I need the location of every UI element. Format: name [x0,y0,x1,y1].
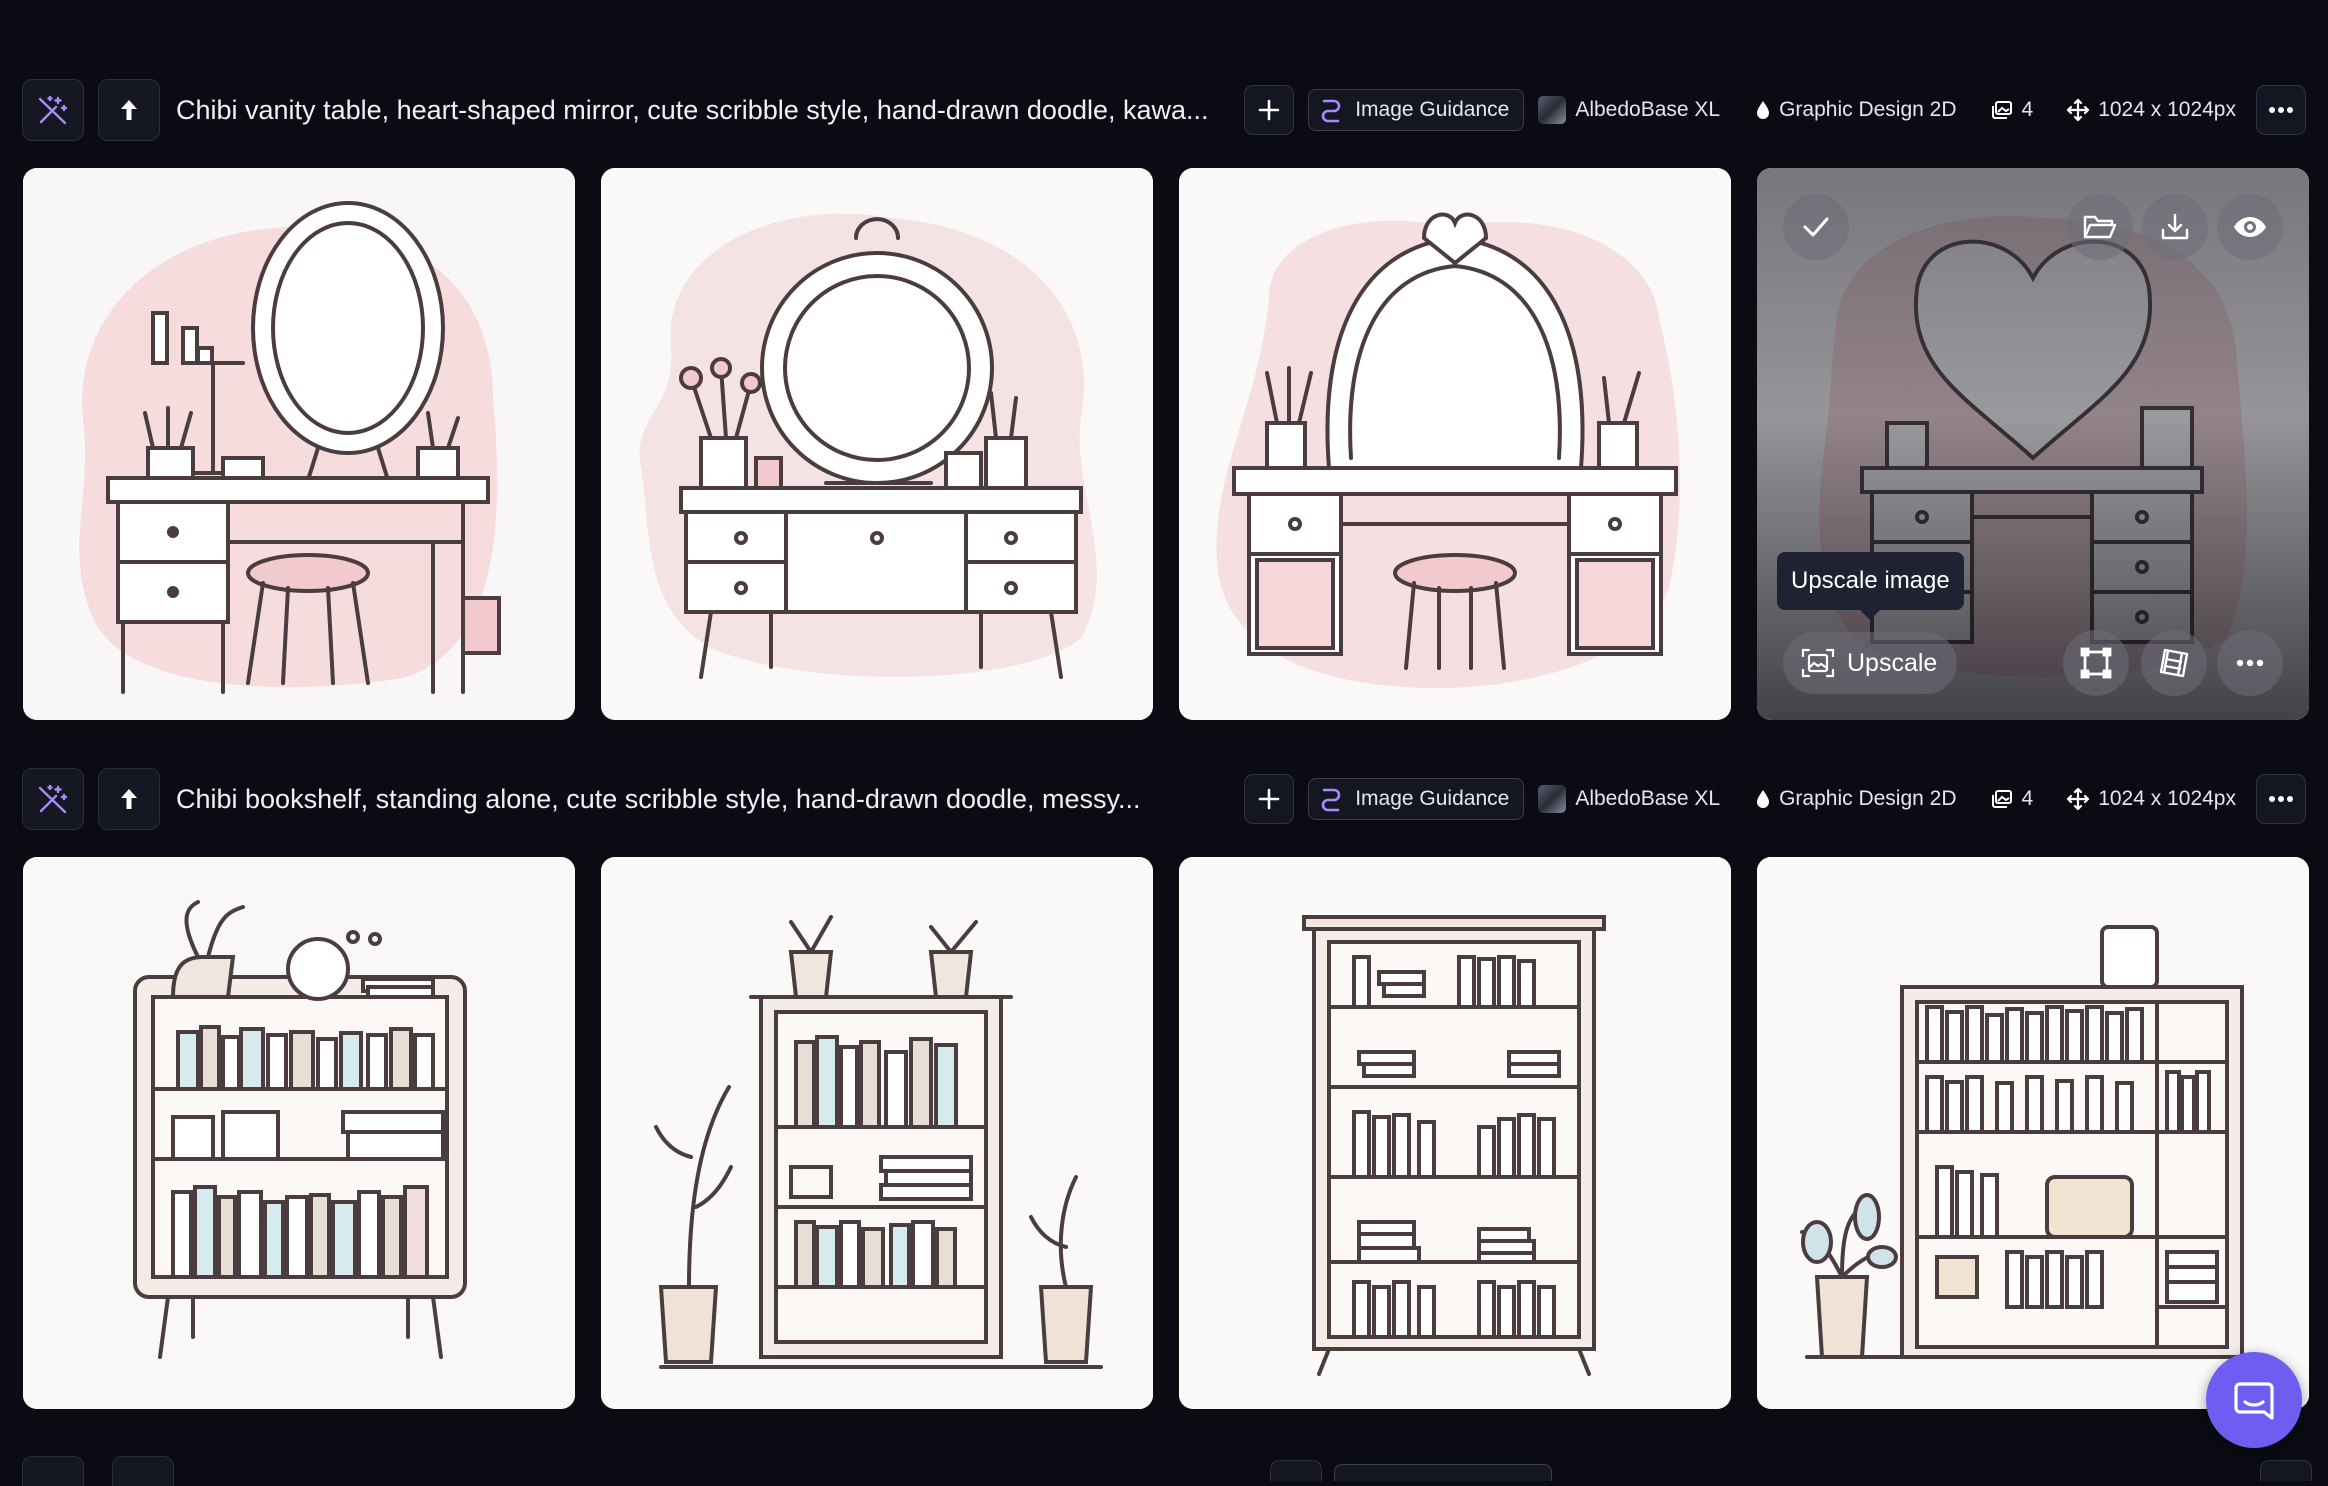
view-button[interactable] [2217,194,2283,260]
dimensions-label: 1024 x 1024px [2098,787,2236,810]
magic-wand-icon [38,784,68,814]
bookshelf-with-plants-image [601,857,1153,1409]
drop-icon [1757,101,1770,119]
more-icon [2269,796,2293,802]
generation-row-3-partial [0,1456,2328,1486]
image-grid: Upscale image Upscale [23,168,2309,720]
vanity-crown-mirror-image [1179,168,1731,720]
arrow-up-icon [121,789,137,809]
crop-icon [2080,647,2112,679]
bookshelf-tall-image [1179,857,1731,1409]
image-count-chip: 4 [1991,98,2034,122]
more-icon [2236,659,2264,667]
image-count: 4 [2021,98,2034,121]
image-guidance-badge[interactable] [1334,1464,1552,1481]
more-options-button[interactable] [2256,774,2306,824]
vanity-round-mirror-image [601,168,1153,720]
image-card[interactable] [23,168,575,720]
drop-icon [1757,790,1770,808]
remix-button[interactable] [22,1456,84,1486]
images-icon [1991,790,2012,808]
model-chip: AlbedoBase XL [1538,96,1720,124]
scroll-up-button[interactable] [98,79,160,141]
style-chip: Graphic Design 2D [1756,787,1957,811]
guidance-icon [1321,99,1341,123]
support-chat-button[interactable] [2206,1352,2302,1448]
motion-button[interactable] [2141,630,2207,696]
remix-button[interactable] [22,768,84,830]
image-count: 4 [2021,787,2034,810]
more-options-button[interactable] [2260,1460,2312,1481]
image-card[interactable] [1757,857,2309,1409]
select-button[interactable] [1783,194,1849,260]
plus-icon [1258,99,1280,121]
guidance-icon [1321,788,1341,812]
model-thumbnail-icon [1538,96,1567,124]
image-card[interactable] [1179,857,1731,1409]
image-card[interactable] [23,857,575,1409]
prompt-text: Chibi bookshelf, standing alone, cute sc… [176,783,1141,814]
dimensions-chip: 1024 x 1024px [2067,787,2236,811]
scroll-up-button[interactable] [98,768,160,830]
image-count-chip: 4 [1991,787,2034,811]
generation-header: Chibi vanity table, heart-shaped mirror,… [22,78,2306,142]
image-guidance-label: Image Guidance [1355,98,1510,121]
chat-icon [2234,1382,2274,1420]
model-thumbnail-icon [1538,785,1567,813]
image-card[interactable] [601,168,1153,720]
style-label: Graphic Design 2D [1779,98,1957,121]
move-icon [2067,99,2090,121]
remix-button[interactable] [22,79,84,141]
model-chip: AlbedoBase XL [1538,785,1720,813]
image-guidance-label: Image Guidance [1355,787,1510,810]
download-button[interactable] [2142,194,2208,260]
model-label: AlbedoBase XL [1575,98,1721,121]
film-icon [2159,648,2189,678]
add-to-collection-button[interactable] [2067,194,2133,260]
add-button[interactable] [1270,1460,1322,1481]
generation-meta: Image Guidance AlbedoBase XL Graphic Des… [1244,774,2306,824]
bookshelf-wide-image [1757,857,2309,1409]
model-label: AlbedoBase XL [1575,787,1721,810]
prompt-text: Chibi vanity table, heart-shaped mirror,… [176,94,1209,125]
arrow-up-icon [121,100,137,120]
image-card[interactable] [601,857,1153,1409]
bookshelf-plant-top-image [23,857,575,1409]
download-icon [2161,213,2189,240]
crop-button[interactable] [2063,630,2129,696]
upscale-button[interactable]: Upscale [1783,632,1958,694]
upscale-icon [1801,648,1835,678]
generation-meta: Image Guidance AlbedoBase XL Graphic Des… [1244,85,2306,135]
more-icon [2269,107,2293,113]
dimensions-label: 1024 x 1024px [2098,98,2236,121]
image-card-hovered[interactable]: Upscale image Upscale [1757,168,2309,720]
image-guidance-badge[interactable]: Image Guidance [1308,778,1525,820]
check-icon [1803,217,1829,237]
style-chip: Graphic Design 2D [1756,98,1957,122]
more-options-button[interactable] [2256,85,2306,135]
image-card[interactable] [1179,168,1731,720]
vanity-oval-mirror-image [23,168,575,720]
add-button[interactable] [1244,774,1295,824]
generation-header: Chibi bookshelf, standing alone, cute sc… [22,767,2306,831]
eye-icon [2234,217,2266,237]
image-more-button[interactable] [2217,630,2283,696]
upscale-tooltip: Upscale image [1777,552,1964,620]
plus-icon [1258,788,1280,810]
move-icon [2067,788,2090,810]
folder-icon [2083,215,2117,239]
image-grid [23,857,2309,1409]
style-label: Graphic Design 2D [1779,787,1957,810]
upscale-label: Upscale [1847,648,1938,677]
dimensions-chip: 1024 x 1024px [2067,98,2236,122]
magic-wand-icon [38,95,68,125]
image-guidance-badge[interactable]: Image Guidance [1308,89,1525,131]
add-button[interactable] [1244,85,1295,135]
images-icon [1991,101,2012,119]
scroll-up-button[interactable] [112,1456,174,1486]
